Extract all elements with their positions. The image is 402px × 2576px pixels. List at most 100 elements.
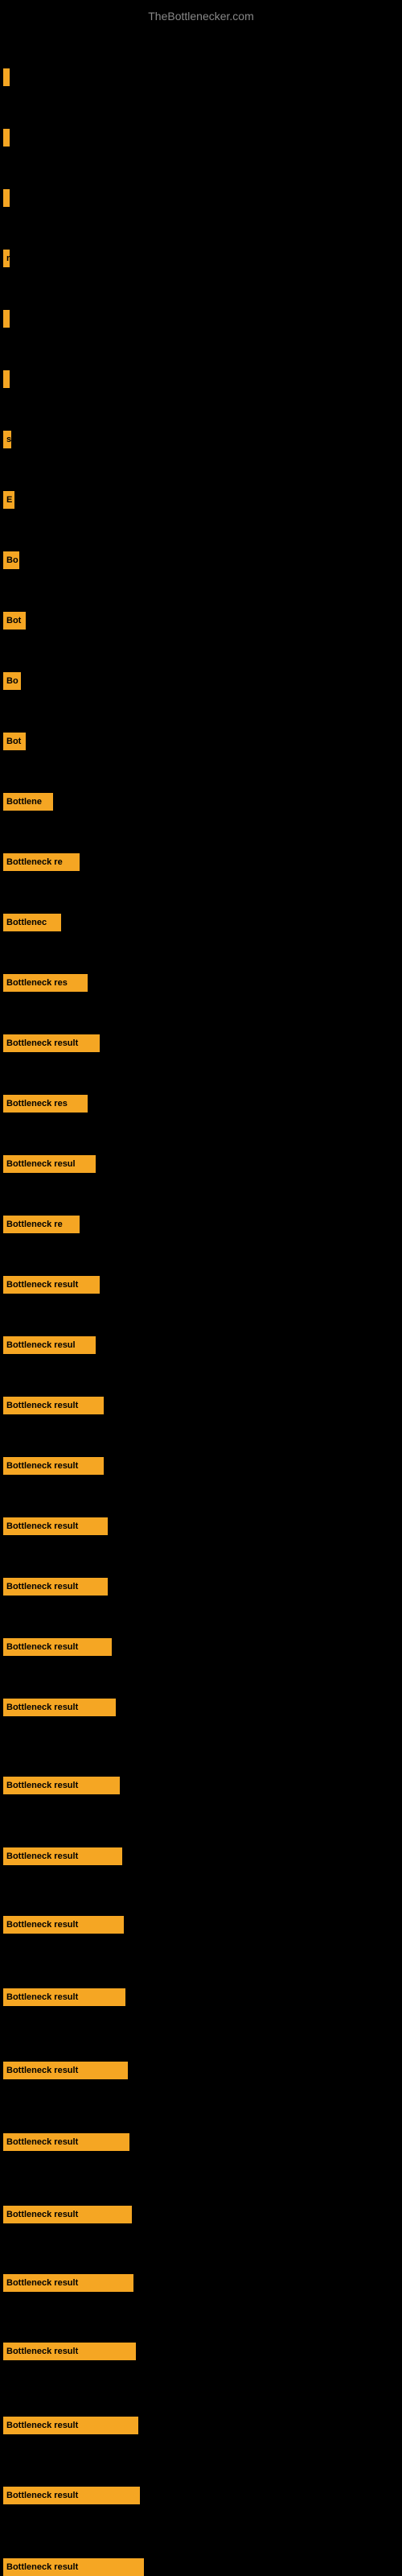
bar-row-28: Bottleneck result: [3, 1699, 116, 1716]
bar-row-18: Bottleneck res: [3, 1095, 88, 1113]
bar-label: Bottlenec: [6, 918, 47, 927]
bar-row-33: Bottleneck result: [3, 2062, 128, 2079]
bar-row-34: Bottleneck result: [3, 2133, 129, 2151]
bar-label: s: [6, 435, 11, 444]
bar-label: Bottleneck res: [6, 1099, 68, 1108]
bar-label: Bot: [6, 616, 21, 625]
bar-row-14: Bottleneck re: [3, 853, 80, 871]
bottleneck-bar: Bottleneck result: [3, 2417, 138, 2434]
bar-label: Bottleneck result: [6, 1992, 78, 2002]
bar-label: Bottleneck result: [6, 1038, 78, 1048]
bar-label: Bottleneck result: [6, 2210, 78, 2219]
bar-label: Bo: [6, 555, 18, 565]
bar-label: r: [6, 254, 10, 263]
bar-row-24: Bottleneck result: [3, 1457, 104, 1475]
bar-row-19: Bottleneck resul: [3, 1155, 96, 1173]
bottleneck-bar: Bottleneck result: [3, 2558, 144, 2576]
bottleneck-bar: Bottleneck result: [3, 1847, 122, 1865]
bar-label: Bottleneck res: [6, 978, 68, 988]
bottleneck-bar: r: [3, 250, 10, 267]
bottleneck-bar: Bo: [3, 551, 19, 569]
bottleneck-bar: [3, 68, 10, 86]
bar-row-2: [3, 129, 10, 147]
bottleneck-bar: Bottleneck res: [3, 1095, 88, 1113]
bar-row-7: s: [3, 431, 11, 448]
bar-label: Bottleneck resul: [6, 1159, 76, 1169]
bottleneck-bar: [3, 310, 10, 328]
bar-label: Bottleneck re: [6, 1220, 63, 1229]
bar-label: Bottleneck result: [6, 1280, 78, 1290]
bar-label: Bottleneck result: [6, 2421, 78, 2430]
bar-row-32: Bottleneck result: [3, 1988, 125, 2006]
bottleneck-bar: Bottleneck result: [3, 1916, 124, 1934]
bottleneck-bar: Bottleneck re: [3, 1216, 80, 1233]
bottleneck-bar: Bottleneck result: [3, 1034, 100, 1052]
bar-label: Bottleneck result: [6, 1461, 78, 1471]
bar-label: Bottleneck result: [6, 1582, 78, 1591]
bottleneck-bar: Bottlene: [3, 793, 53, 811]
bar-label: Bottleneck result: [6, 1920, 78, 1930]
bar-row-3: [3, 189, 10, 207]
bottleneck-bar: Bottleneck result: [3, 2274, 133, 2292]
bottleneck-bar: Bottleneck result: [3, 1638, 112, 1656]
bar-row-31: Bottleneck result: [3, 1916, 124, 1934]
bar-label: Bottleneck re: [6, 857, 63, 867]
bar-label: Bo: [6, 676, 18, 686]
bar-label: Bottleneck result: [6, 2137, 78, 2147]
bar-label: Bottleneck result: [6, 2066, 78, 2075]
site-title: TheBottlenecker.com: [0, 3, 402, 29]
bottleneck-bar: Bottleneck resul: [3, 1336, 96, 1354]
bar-row-26: Bottleneck result: [3, 1578, 108, 1596]
bar-row-17: Bottleneck result: [3, 1034, 100, 1052]
bottleneck-bar: s: [3, 431, 11, 448]
bottleneck-bar: Bo: [3, 672, 21, 690]
bottleneck-bar: Bot: [3, 612, 26, 630]
bottleneck-bar: E: [3, 491, 14, 509]
bar-label: Bottleneck result: [6, 2491, 78, 2500]
bar-row-4: r: [3, 250, 10, 267]
bar-row-21: Bottleneck result: [3, 1276, 100, 1294]
bar-row-39: Bottleneck result: [3, 2487, 140, 2504]
bar-label: Bottleneck result: [6, 1781, 78, 1790]
bottleneck-bar: Bottleneck result: [3, 1457, 104, 1475]
bar-label: Bottleneck result: [6, 2347, 78, 2356]
bottleneck-bar: Bottleneck result: [3, 2343, 136, 2360]
bar-label: Bottleneck result: [6, 1521, 78, 1531]
bar-row-27: Bottleneck result: [3, 1638, 112, 1656]
bottleneck-bar: Bottleneck result: [3, 1276, 100, 1294]
bottleneck-bar: Bottleneck result: [3, 1517, 108, 1535]
bar-label: Bottleneck result: [6, 2278, 78, 2288]
bottleneck-bar: Bottleneck result: [3, 2206, 132, 2223]
bottleneck-bar: [3, 370, 10, 388]
bottleneck-bar: Bottleneck result: [3, 2062, 128, 2079]
bottleneck-bar: Bottleneck result: [3, 2133, 129, 2151]
bar-row-25: Bottleneck result: [3, 1517, 108, 1535]
bar-label: Bottleneck result: [6, 1401, 78, 1410]
bar-row-30: Bottleneck result: [3, 1847, 122, 1865]
bottleneck-bar: Bottleneck re: [3, 853, 80, 871]
bar-row-36: Bottleneck result: [3, 2274, 133, 2292]
bar-label: E: [6, 495, 12, 505]
bar-label: Bottleneck result: [6, 2562, 78, 2572]
bottleneck-bar: Bot: [3, 733, 26, 750]
bar-row-23: Bottleneck result: [3, 1397, 104, 1414]
bar-row-22: Bottleneck resul: [3, 1336, 96, 1354]
bar-row-16: Bottleneck res: [3, 974, 88, 992]
bar-row-38: Bottleneck result: [3, 2417, 138, 2434]
bar-row-9: Bo: [3, 551, 19, 569]
bar-label: Bottleneck result: [6, 1642, 78, 1652]
bottleneck-bar: Bottleneck result: [3, 1699, 116, 1716]
bar-row-40: Bottleneck result: [3, 2558, 144, 2576]
bar-row-11: Bo: [3, 672, 21, 690]
bar-row-12: Bot: [3, 733, 26, 750]
bar-row-5: [3, 310, 10, 328]
bar-label: Bottleneck result: [6, 1852, 78, 1861]
bottleneck-bar: Bottleneck result: [3, 1777, 120, 1794]
bottleneck-bar: Bottlenec: [3, 914, 61, 931]
bottleneck-bar: Bottleneck result: [3, 2487, 140, 2504]
bar-row-29: Bottleneck result: [3, 1777, 120, 1794]
bottleneck-bar: Bottleneck result: [3, 1397, 104, 1414]
bar-label: Bottleneck resul: [6, 1340, 76, 1350]
bottleneck-bar: Bottleneck res: [3, 974, 88, 992]
bottleneck-bar: [3, 129, 10, 147]
